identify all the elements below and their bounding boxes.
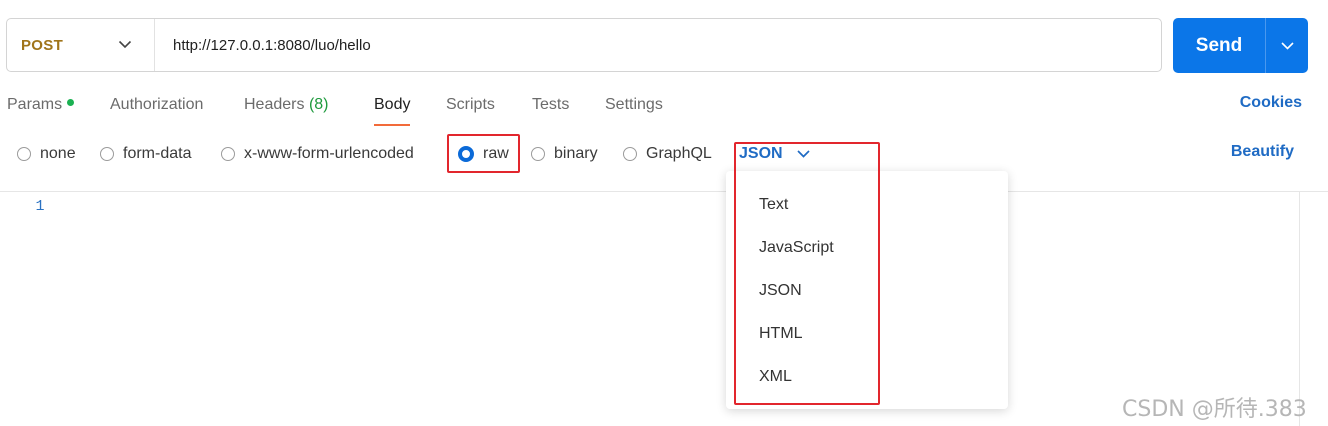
tab-label: Params: [7, 96, 63, 113]
radio-icon: [531, 147, 545, 161]
tab-label: Tests: [532, 96, 570, 113]
tab-tests[interactable]: Tests: [532, 88, 569, 126]
tab-body[interactable]: Body: [374, 88, 411, 126]
active-tab-indicator: [374, 124, 411, 126]
tab-params[interactable]: Params: [7, 88, 75, 126]
request-url-bar: POST: [6, 18, 1162, 72]
language-option-html[interactable]: HTML: [759, 322, 979, 346]
headers-count: (8): [308, 96, 329, 113]
language-select[interactable]: JSON: [739, 142, 810, 166]
method-label: POST: [21, 36, 64, 54]
radio-icon: [221, 147, 235, 161]
watermark: CSDN @所待.383: [1122, 397, 1307, 422]
body-type-graphql[interactable]: GraphQL: [623, 142, 712, 166]
tab-authorization[interactable]: Authorization: [110, 88, 203, 126]
body-type-form-data[interactable]: form-data: [100, 142, 191, 166]
line-number: 1: [35, 198, 45, 215]
radio-label: GraphQL: [646, 145, 712, 162]
language-option-javascript[interactable]: JavaScript: [759, 236, 979, 260]
send-button[interactable]: Send: [1173, 18, 1265, 73]
radio-label: raw: [483, 145, 509, 162]
url-input[interactable]: [155, 19, 1161, 71]
chevron-down-icon: [118, 36, 132, 54]
tab-label: Settings: [605, 96, 663, 113]
body-type-binary[interactable]: binary: [531, 142, 598, 166]
tab-scripts[interactable]: Scripts: [446, 88, 495, 126]
tab-label: Authorization: [110, 96, 204, 113]
radio-label: x-www-form-urlencoded: [244, 145, 414, 162]
radio-label: none: [40, 145, 76, 162]
tab-headers[interactable]: Headers (8): [244, 88, 329, 126]
language-option-json[interactable]: JSON: [759, 279, 979, 303]
body-type-x-www-form-urlencoded[interactable]: x-www-form-urlencoded: [221, 142, 414, 166]
send-button-group: Send: [1173, 18, 1308, 73]
body-type-none[interactable]: none: [17, 142, 76, 166]
cookies-link[interactable]: Cookies: [1240, 94, 1302, 112]
radio-checked-icon: [458, 146, 474, 162]
language-selected-label: JSON: [739, 145, 783, 162]
language-option-text[interactable]: Text: [759, 193, 979, 217]
method-select[interactable]: POST: [7, 19, 155, 71]
tab-label: Body: [374, 96, 411, 113]
status-dot-icon: [67, 99, 75, 107]
language-dropdown-menu: Text JavaScript JSON HTML XML: [726, 171, 1008, 409]
body-type-raw[interactable]: raw: [458, 142, 509, 166]
tab-label: Scripts: [446, 96, 495, 113]
tab-label: Headers: [244, 96, 305, 113]
radio-icon: [100, 147, 114, 161]
send-options-button[interactable]: [1265, 18, 1308, 73]
radio-label: form-data: [123, 145, 192, 162]
radio-icon: [623, 147, 637, 161]
chevron-down-icon: [783, 145, 810, 163]
beautify-link[interactable]: Beautify: [1231, 143, 1294, 161]
radio-icon: [17, 147, 31, 161]
chevron-down-icon: [1280, 37, 1294, 55]
language-option-xml[interactable]: XML: [759, 365, 979, 389]
tab-settings[interactable]: Settings: [605, 88, 663, 126]
radio-label: binary: [554, 145, 598, 162]
